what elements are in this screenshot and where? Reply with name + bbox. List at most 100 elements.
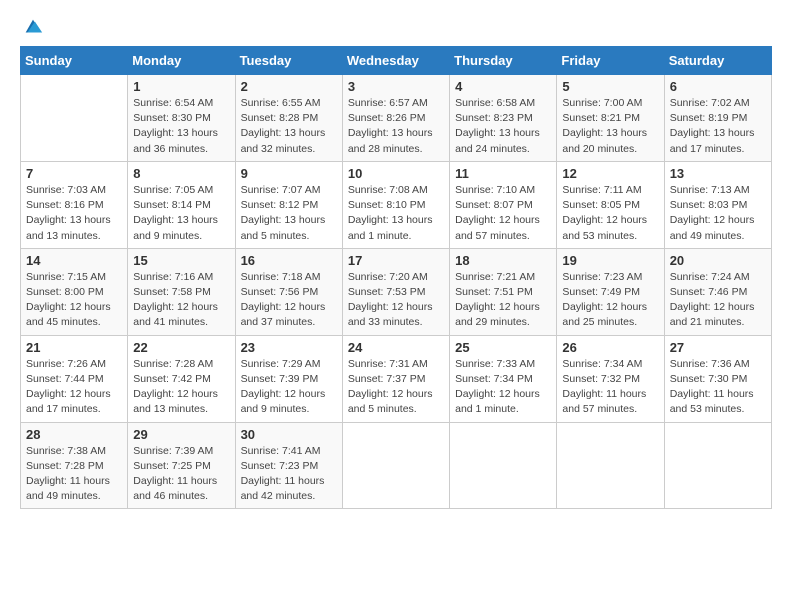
day-number: 19 [562,253,658,268]
day-info: Sunrise: 7:13 AM Sunset: 8:03 PM Dayligh… [670,183,766,244]
day-cell: 21 Sunrise: 7:26 AM Sunset: 7:44 PM Dayli… [21,335,128,422]
day-cell: 27 Sunrise: 7:36 AM Sunset: 7:30 PM Dayli… [664,335,771,422]
day-info: Sunrise: 7:08 AM Sunset: 8:10 PM Dayligh… [348,183,444,244]
day-cell: 11 Sunrise: 7:10 AM Sunset: 8:07 PM Dayli… [450,161,557,248]
day-cell: 19 Sunrise: 7:23 AM Sunset: 7:49 PM Dayli… [557,248,664,335]
day-cell [342,422,449,509]
day-cell [450,422,557,509]
day-cell: 18 Sunrise: 7:21 AM Sunset: 7:51 PM Dayli… [450,248,557,335]
col-header-friday: Friday [557,47,664,75]
day-number: 17 [348,253,444,268]
day-cell [664,422,771,509]
day-number: 10 [348,166,444,181]
day-cell: 24 Sunrise: 7:31 AM Sunset: 7:37 PM Dayli… [342,335,449,422]
day-cell: 6Sunrise: 7:02 AM Sunset: 8:19 PM Daylig… [664,75,771,162]
day-number: 8 [133,166,229,181]
day-info: Sunrise: 7:16 AM Sunset: 7:58 PM Dayligh… [133,270,229,331]
day-number: 2 [241,79,337,94]
col-header-tuesday: Tuesday [235,47,342,75]
day-number: 24 [348,340,444,355]
day-cell: 22 Sunrise: 7:28 AM Sunset: 7:42 PM Dayli… [128,335,235,422]
day-info: Sunrise: 7:20 AM Sunset: 7:53 PM Dayligh… [348,270,444,331]
day-cell: 5 Sunrise: 7:00 AM Sunset: 8:21 PM Daylig… [557,75,664,162]
days-header-row: SundayMondayTuesdayWednesdayThursdayFrid… [21,47,772,75]
col-header-sunday: Sunday [21,47,128,75]
day-cell: 7Sunrise: 7:03 AM Sunset: 8:16 PM Daylig… [21,161,128,248]
day-info: Sunrise: 7:36 AM Sunset: 7:30 PM Dayligh… [670,357,766,418]
day-number: 28 [26,427,122,442]
calendar-table: SundayMondayTuesdayWednesdayThursdayFrid… [20,46,772,509]
day-cell: 17 Sunrise: 7:20 AM Sunset: 7:53 PM Dayli… [342,248,449,335]
day-number: 13 [670,166,766,181]
day-info: Sunrise: 7:31 AM Sunset: 7:37 PM Dayligh… [348,357,444,418]
day-info: Sunrise: 7:00 AM Sunset: 8:21 PM Dayligh… [562,96,658,157]
day-number: 11 [455,166,551,181]
page-header [20,16,772,38]
day-cell: 30 Sunrise: 7:41 AM Sunset: 7:23 PM Dayli… [235,422,342,509]
day-info: Sunrise: 7:33 AM Sunset: 7:34 PM Dayligh… [455,357,551,418]
day-cell: 15 Sunrise: 7:16 AM Sunset: 7:58 PM Dayli… [128,248,235,335]
week-row-1: 1 Sunrise: 6:54 AM Sunset: 8:30 PM Daylig… [21,75,772,162]
day-info: Sunrise: 7:34 AM Sunset: 7:32 PM Dayligh… [562,357,658,418]
day-cell: 28 Sunrise: 7:38 AM Sunset: 7:28 PM Dayli… [21,422,128,509]
day-info: Sunrise: 7:26 AM Sunset: 7:44 PM Dayligh… [26,357,122,418]
day-cell: 23 Sunrise: 7:29 AM Sunset: 7:39 PM Dayli… [235,335,342,422]
day-info: Sunrise: 7:41 AM Sunset: 7:23 PM Dayligh… [241,444,337,505]
day-info: Sunrise: 6:58 AM Sunset: 8:23 PM Dayligh… [455,96,551,157]
day-number: 27 [670,340,766,355]
day-info: Sunrise: 7:18 AM Sunset: 7:56 PM Dayligh… [241,270,337,331]
day-cell: 10 Sunrise: 7:08 AM Sunset: 8:10 PM Dayli… [342,161,449,248]
day-number: 18 [455,253,551,268]
day-number: 21 [26,340,122,355]
day-cell: 13 Sunrise: 7:13 AM Sunset: 8:03 PM Dayli… [664,161,771,248]
day-number: 14 [26,253,122,268]
week-row-4: 21 Sunrise: 7:26 AM Sunset: 7:44 PM Dayli… [21,335,772,422]
day-cell: 8 Sunrise: 7:05 AM Sunset: 8:14 PM Daylig… [128,161,235,248]
day-cell: 1 Sunrise: 6:54 AM Sunset: 8:30 PM Daylig… [128,75,235,162]
day-number: 5 [562,79,658,94]
day-number: 25 [455,340,551,355]
day-cell [557,422,664,509]
day-info: Sunrise: 7:05 AM Sunset: 8:14 PM Dayligh… [133,183,229,244]
day-cell: 29 Sunrise: 7:39 AM Sunset: 7:25 PM Dayli… [128,422,235,509]
day-number: 22 [133,340,229,355]
logo [20,16,44,38]
day-cell: 4 Sunrise: 6:58 AM Sunset: 8:23 PM Daylig… [450,75,557,162]
day-cell: 12 Sunrise: 7:11 AM Sunset: 8:05 PM Dayli… [557,161,664,248]
day-cell: 14 Sunrise: 7:15 AM Sunset: 8:00 PM Dayli… [21,248,128,335]
day-info: Sunrise: 7:23 AM Sunset: 7:49 PM Dayligh… [562,270,658,331]
day-number: 15 [133,253,229,268]
day-info: Sunrise: 7:38 AM Sunset: 7:28 PM Dayligh… [26,444,122,505]
day-info: Sunrise: 6:54 AM Sunset: 8:30 PM Dayligh… [133,96,229,157]
day-info: Sunrise: 7:07 AM Sunset: 8:12 PM Dayligh… [241,183,337,244]
day-number: 12 [562,166,658,181]
day-cell: 16 Sunrise: 7:18 AM Sunset: 7:56 PM Dayli… [235,248,342,335]
week-row-3: 14 Sunrise: 7:15 AM Sunset: 8:00 PM Dayli… [21,248,772,335]
day-info: Sunrise: 7:10 AM Sunset: 8:07 PM Dayligh… [455,183,551,244]
day-number: 23 [241,340,337,355]
day-number: 4 [455,79,551,94]
day-info: Sunrise: 7:29 AM Sunset: 7:39 PM Dayligh… [241,357,337,418]
day-info: Sunrise: 7:24 AM Sunset: 7:46 PM Dayligh… [670,270,766,331]
logo-icon [22,16,44,38]
day-number: 1 [133,79,229,94]
day-cell: 25 Sunrise: 7:33 AM Sunset: 7:34 PM Dayli… [450,335,557,422]
day-number: 16 [241,253,337,268]
day-cell: 9 Sunrise: 7:07 AM Sunset: 8:12 PM Daylig… [235,161,342,248]
day-number: 30 [241,427,337,442]
day-cell: 2 Sunrise: 6:55 AM Sunset: 8:28 PM Daylig… [235,75,342,162]
col-header-wednesday: Wednesday [342,47,449,75]
col-header-saturday: Saturday [664,47,771,75]
day-number: 29 [133,427,229,442]
day-cell [21,75,128,162]
day-info: Sunrise: 6:55 AM Sunset: 8:28 PM Dayligh… [241,96,337,157]
day-number: 9 [241,166,337,181]
day-info: Sunrise: 7:11 AM Sunset: 8:05 PM Dayligh… [562,183,658,244]
day-number: 3 [348,79,444,94]
day-info: Sunrise: 7:21 AM Sunset: 7:51 PM Dayligh… [455,270,551,331]
day-info: Sunrise: 7:39 AM Sunset: 7:25 PM Dayligh… [133,444,229,505]
day-info: Sunrise: 7:28 AM Sunset: 7:42 PM Dayligh… [133,357,229,418]
day-info: Sunrise: 7:15 AM Sunset: 8:00 PM Dayligh… [26,270,122,331]
day-cell: 20Sunrise: 7:24 AM Sunset: 7:46 PM Dayli… [664,248,771,335]
day-cell: 26Sunrise: 7:34 AM Sunset: 7:32 PM Dayli… [557,335,664,422]
